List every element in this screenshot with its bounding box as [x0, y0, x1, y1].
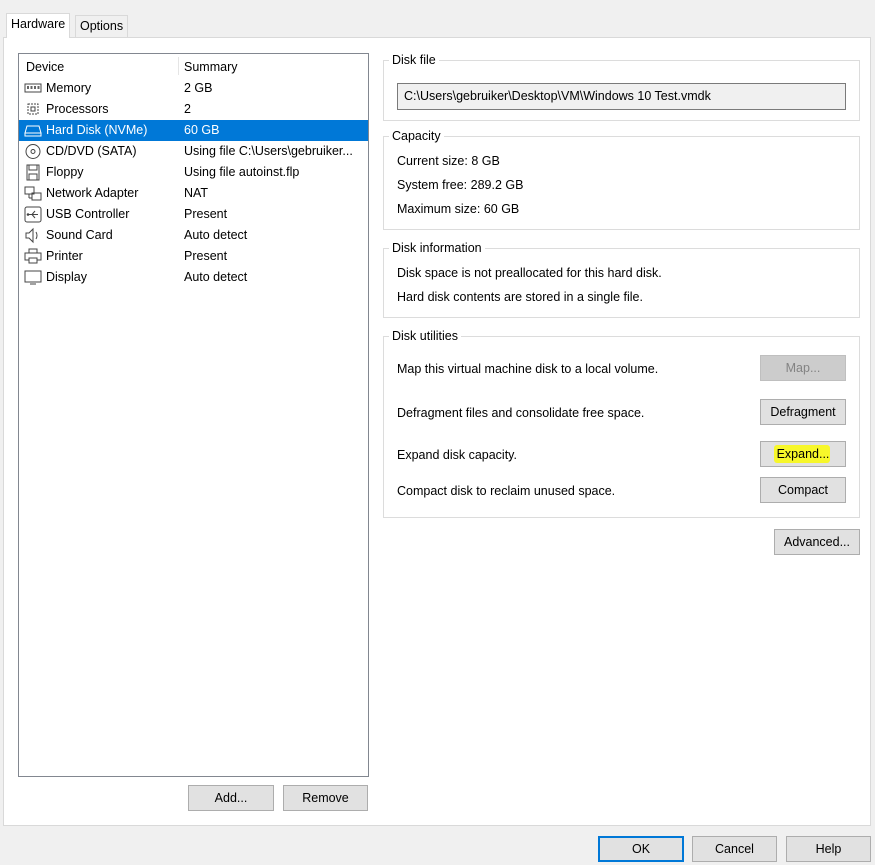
- hard-disk-icon: [24, 122, 42, 139]
- device-summary: 2: [184, 102, 191, 116]
- help-button[interactable]: Help: [786, 836, 871, 862]
- printer-icon: [24, 248, 42, 265]
- cd-dvd-icon: [24, 143, 42, 160]
- hardware-tab-panel: Device Summary Memory 2 GB Processors 2 …: [3, 37, 871, 826]
- network-adapter-icon: [24, 185, 42, 202]
- device-name: CD/DVD (SATA): [46, 144, 137, 158]
- group-title: Disk file: [389, 52, 439, 68]
- expand-description: Expand disk capacity.: [397, 448, 517, 462]
- column-header-summary[interactable]: Summary: [184, 60, 237, 74]
- memory-icon: [24, 80, 42, 97]
- tab-hardware[interactable]: Hardware: [6, 13, 71, 38]
- usb-icon: [24, 206, 42, 223]
- expand-button[interactable]: Expand...: [760, 441, 846, 467]
- capacity-group: Capacity Current size: 8 GB System free:…: [383, 128, 860, 230]
- device-summary: Present: [184, 207, 228, 221]
- device-name: Memory: [46, 81, 92, 95]
- device-summary: Auto detect: [184, 270, 248, 284]
- preallocation-text: Disk space is not preallocated for this …: [397, 266, 662, 280]
- group-title: Disk information: [389, 240, 485, 256]
- device-summary: NAT: [184, 186, 209, 200]
- device-row-memory[interactable]: Memory 2 GB: [19, 78, 368, 99]
- device-summary: 60 GB: [184, 123, 220, 137]
- device-name: Printer: [46, 249, 83, 263]
- device-name: Sound Card: [46, 228, 113, 242]
- device-name: Display: [46, 270, 87, 284]
- processor-icon: [24, 101, 42, 118]
- device-row-processors[interactable]: Processors 2: [19, 99, 368, 120]
- device-summary: 2 GB: [184, 81, 213, 95]
- tab-options[interactable]: Options: [75, 15, 129, 37]
- device-row-printer[interactable]: Printer Present: [19, 246, 368, 267]
- system-free-text: System free: 289.2 GB: [397, 178, 524, 192]
- single-file-text: Hard disk contents are stored in a singl…: [397, 290, 643, 304]
- group-title: Disk utilities: [389, 328, 461, 344]
- sound-card-icon: [24, 227, 42, 244]
- column-header-device[interactable]: Device: [26, 60, 64, 74]
- display-icon: [24, 269, 42, 286]
- ok-button[interactable]: OK: [598, 836, 684, 862]
- device-summary: Auto detect: [184, 228, 248, 242]
- device-row-floppy[interactable]: Floppy Using file autoinst.flp: [19, 162, 368, 183]
- device-row-sound-card[interactable]: Sound Card Auto detect: [19, 225, 368, 246]
- list-header: Device Summary: [19, 54, 368, 78]
- device-summary: Using file autoinst.flp: [184, 165, 300, 179]
- expand-button-label: Expand...: [776, 447, 830, 461]
- cancel-button[interactable]: Cancel: [692, 836, 777, 862]
- maximum-size-text: Maximum size: 60 GB: [397, 202, 520, 216]
- disk-information-group: Disk information Disk space is not preal…: [383, 240, 860, 318]
- device-name: USB Controller: [46, 207, 130, 221]
- device-summary: Using file C:\Users\gebruiker...: [184, 144, 353, 158]
- defragment-button[interactable]: Defragment: [760, 399, 846, 425]
- disk-file-path-field[interactable]: C:\Users\gebruiker\Desktop\VM\Windows 10…: [397, 83, 846, 110]
- column-separator[interactable]: [178, 57, 179, 75]
- device-name: Floppy: [46, 165, 84, 179]
- map-description: Map this virtual machine disk to a local…: [397, 362, 659, 376]
- device-row-display[interactable]: Display Auto detect: [19, 267, 368, 288]
- remove-button[interactable]: Remove: [283, 785, 368, 811]
- advanced-button[interactable]: Advanced...: [774, 529, 860, 555]
- device-row-cd-dvd[interactable]: CD/DVD (SATA) Using file C:\Users\gebrui…: [19, 141, 368, 162]
- defragment-description: Defragment files and consolidate free sp…: [397, 406, 645, 420]
- device-name: Processors: [46, 102, 109, 116]
- compact-button[interactable]: Compact: [760, 477, 846, 503]
- group-title: Capacity: [389, 128, 444, 144]
- disk-file-group: Disk file C:\Users\gebruiker\Desktop\VM\…: [383, 52, 860, 121]
- map-button[interactable]: Map...: [760, 355, 846, 381]
- device-list[interactable]: Device Summary Memory 2 GB Processors 2 …: [18, 53, 369, 777]
- compact-description: Compact disk to reclaim unused space.: [397, 484, 616, 498]
- device-row-usb-controller[interactable]: USB Controller Present: [19, 204, 368, 225]
- current-size-text: Current size: 8 GB: [397, 154, 500, 168]
- device-summary: Present: [184, 249, 228, 263]
- device-row-hard-disk[interactable]: Hard Disk (NVMe) 60 GB: [19, 120, 368, 141]
- add-button[interactable]: Add...: [188, 785, 274, 811]
- disk-utilities-group: Disk utilities Map this virtual machine …: [383, 328, 860, 518]
- device-name: Network Adapter: [46, 186, 139, 200]
- device-row-network-adapter[interactable]: Network Adapter NAT: [19, 183, 368, 204]
- floppy-icon: [24, 164, 42, 181]
- device-name: Hard Disk (NVMe): [46, 123, 148, 137]
